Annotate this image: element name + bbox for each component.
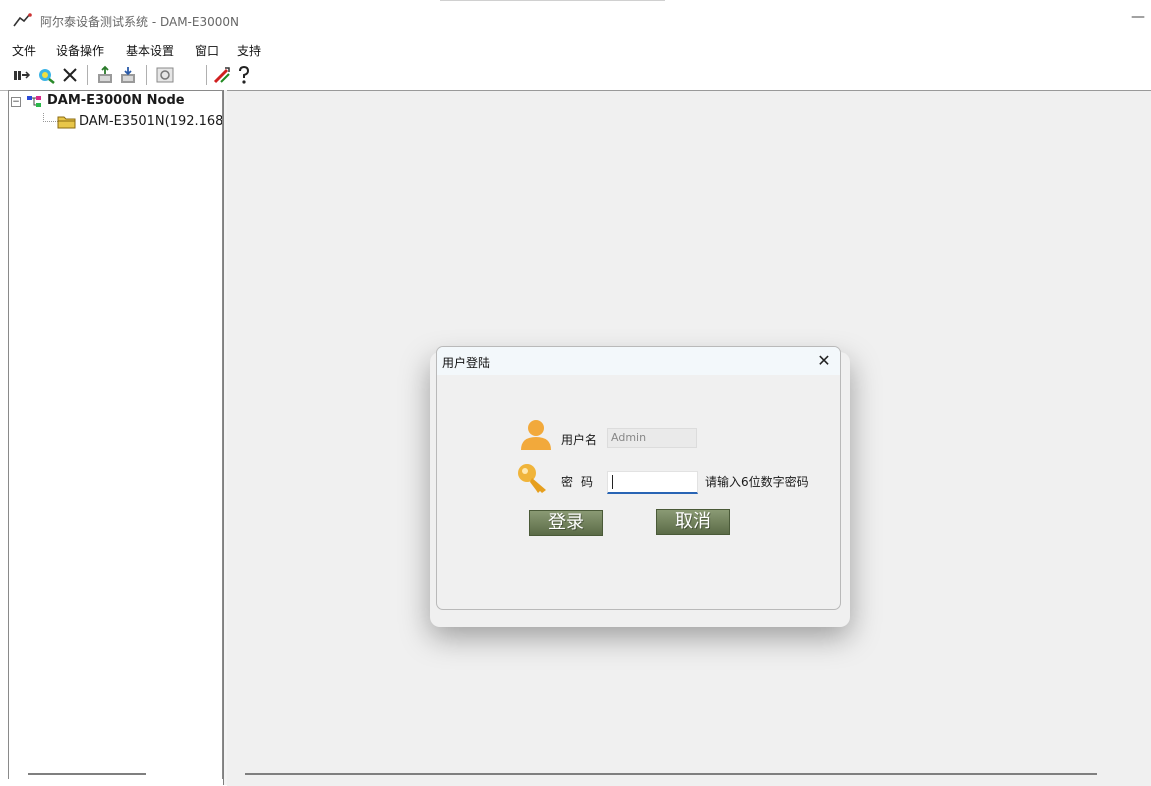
username-field[interactable]: Admin <box>607 428 697 448</box>
login-dialog: 用户登陆 ✕ 用户名 Admin 密码 请输入6位数字密码 登录 取消 <box>436 346 841 610</box>
text-caret <box>612 475 613 489</box>
close-icon[interactable]: ✕ <box>815 352 833 370</box>
user-icon <box>521 420 551 450</box>
device-tree-panel[interactable]: − DAM-E3000N Node DAM-E3501N(192.168 <box>8 90 223 779</box>
network-node-icon <box>27 96 41 107</box>
menu-window[interactable]: 窗口 <box>195 42 219 59</box>
password-label: 密码 <box>561 475 602 489</box>
tree-child-label: DAM-E3501N(192.168 <box>79 114 222 129</box>
toolbar-separator <box>146 65 147 85</box>
collapse-icon[interactable]: − <box>11 97 21 107</box>
tree-root-label: DAM-E3000N Node <box>47 93 185 108</box>
disconnect-icon[interactable] <box>60 65 80 85</box>
paint-icon[interactable] <box>212 65 232 85</box>
window-title: 阿尔泰设备测试系统 - DAM-E3000N <box>40 15 239 29</box>
mdi-horizontal-scrollbar[interactable] <box>245 773 1097 775</box>
toolbar <box>0 62 1151 91</box>
password-hint: 请输入6位数字密码 <box>705 475 809 489</box>
cancel-button[interactable]: 取消 <box>656 509 730 535</box>
menu-basic-settings[interactable]: 基本设置 <box>126 42 174 59</box>
tree-horizontal-scrollbar[interactable] <box>28 773 146 775</box>
title-bar: 阿尔泰设备测试系统 - DAM-E3000N — <box>0 0 1151 40</box>
download-icon[interactable] <box>118 65 138 85</box>
refresh-icon[interactable] <box>155 65 175 85</box>
minimize-button[interactable]: — <box>1131 9 1151 31</box>
app-icon <box>13 13 32 27</box>
title-accent-line <box>440 0 665 1</box>
menu-bar: 文件 设备操作 基本设置 窗口 支持 <box>0 40 1151 62</box>
toolbar-separator <box>87 65 88 85</box>
folder-icon <box>57 116 76 129</box>
upload-icon[interactable] <box>95 65 115 85</box>
tree-connector <box>43 113 58 122</box>
tree-child-node[interactable]: DAM-E3501N(192.168 <box>39 113 222 131</box>
password-field[interactable] <box>607 471 698 494</box>
search-device-icon[interactable] <box>36 65 56 85</box>
help-icon[interactable] <box>234 65 254 85</box>
key-icon <box>518 464 546 493</box>
menu-device-ops[interactable]: 设备操作 <box>56 42 104 59</box>
login-button[interactable]: 登录 <box>529 510 603 536</box>
menu-file[interactable]: 文件 <box>12 42 36 59</box>
toolbar-separator <box>206 65 207 85</box>
username-label: 用户名 <box>561 433 598 447</box>
dialog-title: 用户登陆 <box>442 356 491 370</box>
dialog-title-bar[interactable]: 用户登陆 ✕ <box>437 347 840 375</box>
menu-support[interactable]: 支持 <box>237 42 261 59</box>
connect-icon[interactable] <box>12 65 32 85</box>
